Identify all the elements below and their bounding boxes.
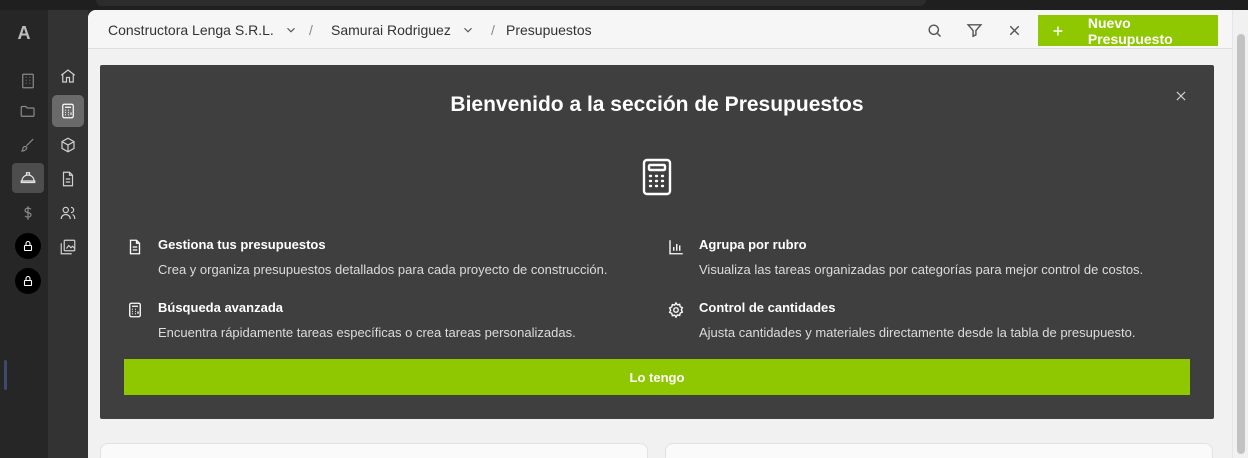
sidebar-item-team[interactable]: [52, 197, 84, 229]
close-icon: [1009, 25, 1019, 35]
feature-title: Control de cantidades: [699, 300, 836, 315]
sidebar-item-organization[interactable]: [12, 66, 44, 96]
feature-item: Agrupa por rubro Visualiza las tareas or…: [667, 236, 1187, 282]
main-content: Constructora Lenga S.R.L. / Samurai Rodr…: [88, 10, 1232, 458]
search-icon: [927, 23, 941, 37]
feature-item: Gestiona tus presupuestos Crea y organiz…: [126, 236, 646, 282]
feature-title: Búsqueda avanzada: [158, 300, 283, 315]
feature-description: Crea y organiza presupuestos detallados …: [158, 262, 608, 277]
sidebar-item-documents[interactable]: [52, 163, 84, 195]
chevron-down-icon: [286, 27, 295, 33]
confirm-button[interactable]: Lo tengo: [124, 359, 1190, 395]
document-icon: [129, 239, 141, 255]
scrollbar-thumb[interactable]: [1237, 34, 1245, 454]
gear-icon: [668, 301, 684, 319]
breadcrumb-company-label: Constructora Lenga S.R.L.: [108, 21, 274, 38]
calculator-icon: [62, 103, 74, 119]
welcome-modal: Bienvenido a la sección de Presupuestos …: [100, 65, 1214, 419]
sidebar-item-budgets[interactable]: [52, 95, 84, 127]
sidebar-item-locked-1[interactable]: [15, 233, 41, 259]
dollar-icon: [24, 206, 32, 220]
lock-icon: [23, 275, 33, 287]
sidebar-item-construction[interactable]: [12, 163, 44, 193]
close-icon: [1176, 91, 1186, 101]
folder-icon: [20, 105, 35, 117]
feature-title: Gestiona tus presupuestos: [158, 237, 326, 252]
breadcrumb-section: Presupuestos: [506, 21, 592, 38]
chevron-down-icon: [463, 27, 472, 33]
new-budget-button[interactable]: Nuevo Presupuesto: [1038, 14, 1218, 47]
calculator-icon: [642, 158, 672, 196]
top-bar: Constructora Lenga S.R.L. / Samurai Rodr…: [88, 10, 1232, 49]
secondary-sidebar: [48, 10, 88, 458]
hard-hat-icon: [20, 172, 36, 184]
sidebar-item-materials[interactable]: [52, 129, 84, 161]
gallery-icon: [60, 239, 76, 255]
resize-handle[interactable]: [4, 360, 7, 390]
modal-title: Bienvenido a la sección de Presupuestos: [450, 93, 864, 116]
users-icon: [60, 206, 76, 220]
sidebar-item-locked-2[interactable]: [15, 268, 41, 294]
lock-icon: [23, 240, 33, 252]
sidebar-item-projects[interactable]: [12, 96, 44, 126]
plus-icon: [1053, 26, 1063, 35]
sidebar-item-design[interactable]: [12, 130, 44, 160]
breadcrumb-company[interactable]: Constructora Lenga S.R.L.: [108, 10, 298, 49]
building-icon: [22, 73, 34, 89]
modal-close-button[interactable]: [1174, 89, 1190, 105]
browser-top-strip: [0, 0, 1248, 10]
feature-description: Visualiza las tareas organizadas por cat…: [699, 262, 1144, 277]
brush-icon: [21, 138, 34, 152]
scrollbar[interactable]: [1232, 10, 1248, 458]
feature-title: Agrupa por rubro: [699, 237, 807, 252]
search-button[interactable]: [924, 20, 944, 40]
clear-button[interactable]: [1004, 20, 1024, 40]
new-budget-label: Nuevo Presupuesto: [1087, 14, 1173, 47]
filter-button[interactable]: [964, 20, 984, 40]
document-icon: [62, 171, 74, 187]
breadcrumb-separator: /: [309, 21, 313, 38]
filter-icon: [966, 23, 982, 37]
content-card: [665, 443, 1213, 458]
app-logo[interactable]: A: [0, 20, 48, 46]
feature-description: Ajusta cantidades y materiales directame…: [699, 325, 1136, 340]
browser-address-bar[interactable]: [96, 0, 926, 6]
cube-icon: [61, 137, 75, 153]
sidebar-item-finance[interactable]: [12, 198, 44, 228]
sidebar-item-home[interactable]: [52, 60, 84, 92]
primary-sidebar: A: [0, 10, 48, 458]
breadcrumb-separator: /: [491, 21, 495, 38]
bar-chart-icon: [669, 240, 683, 255]
calculator-icon: [129, 302, 141, 318]
feature-description: Encuentra rápidamente tareas específicas…: [158, 325, 576, 340]
feature-item: Búsqueda avanzada Encuentra rápidamente …: [126, 299, 646, 345]
feature-item: Control de cantidades Ajusta cantidades …: [667, 299, 1187, 345]
breadcrumb-project[interactable]: Samurai Rodriguez: [331, 10, 475, 49]
breadcrumb-project-label: Samurai Rodriguez: [331, 21, 451, 38]
sidebar-item-gallery[interactable]: [52, 231, 84, 263]
content-card: [100, 443, 648, 458]
home-icon: [60, 69, 76, 83]
